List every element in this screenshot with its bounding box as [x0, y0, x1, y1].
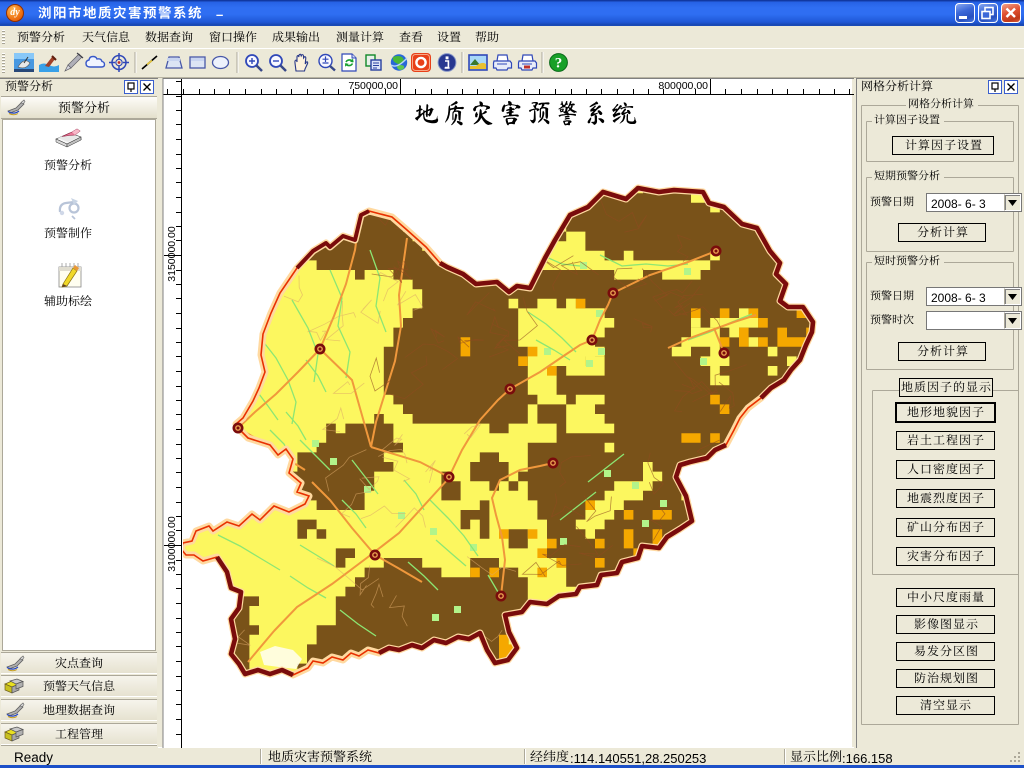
svg-text:800000.00: 800000.00	[658, 80, 708, 92]
svg-text:?: ?	[555, 56, 563, 72]
svg-text:3150000.00: 3150000.00	[166, 226, 178, 282]
svg-text:750000.00: 750000.00	[348, 80, 398, 92]
svg-text:3100000.00: 3100000.00	[166, 516, 178, 572]
